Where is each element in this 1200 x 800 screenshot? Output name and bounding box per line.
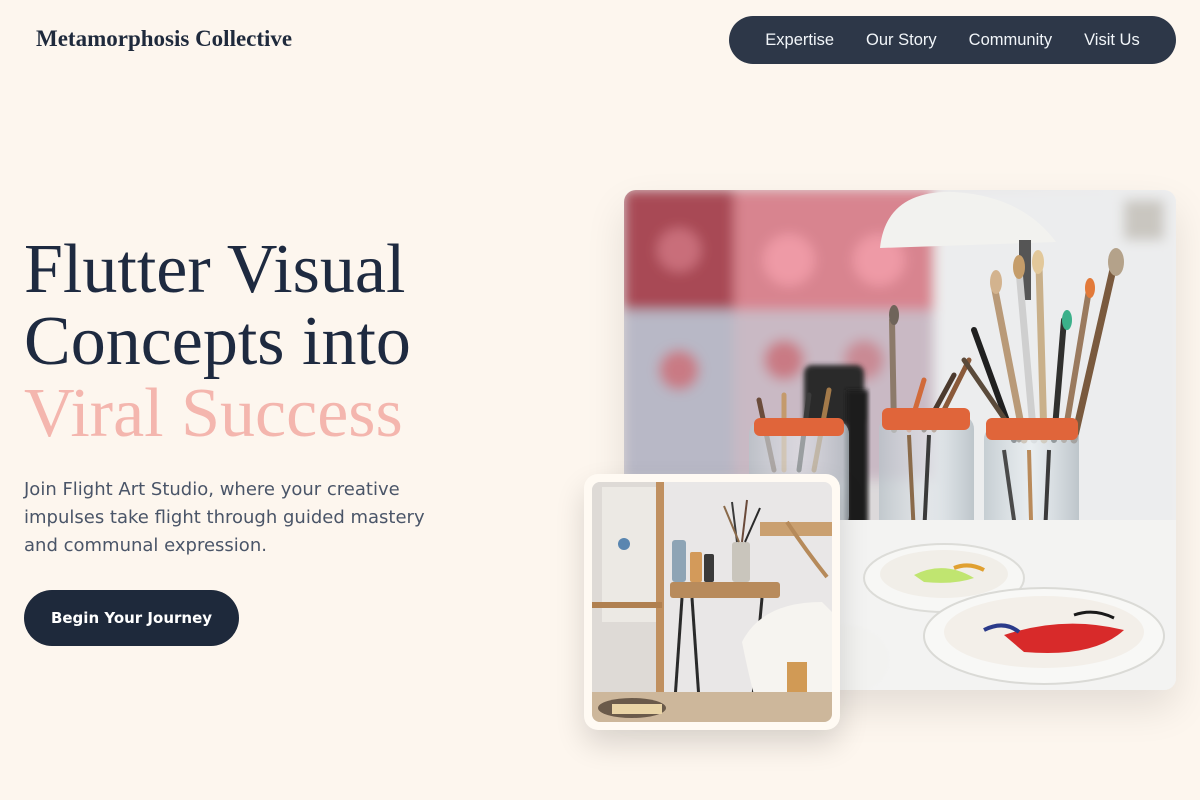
begin-journey-button[interactable]: Begin Your Journey [24,590,239,646]
headline-line-1: Flutter Visual [24,231,406,308]
inset-image-frame [584,474,840,730]
nav-item-expertise[interactable]: Expertise [765,31,834,50]
hero-headline: Flutter Visual Concepts into Viral Succe… [24,234,411,450]
nav-item-our-story[interactable]: Our Story [866,31,937,50]
brand-logo-text[interactable]: Metamorphosis Collective [36,26,292,52]
nav-item-visit-us[interactable]: Visit Us [1084,31,1140,50]
main-nav: Expertise Our Story Community Visit Us [729,16,1176,64]
headline-line-2: Concepts into [24,303,411,380]
headline-accent: Viral Success [24,375,403,452]
studio-easel-image [592,482,832,722]
hero-subtitle: Join Flight Art Studio, where your creat… [24,479,425,556]
nav-item-community[interactable]: Community [969,31,1052,50]
